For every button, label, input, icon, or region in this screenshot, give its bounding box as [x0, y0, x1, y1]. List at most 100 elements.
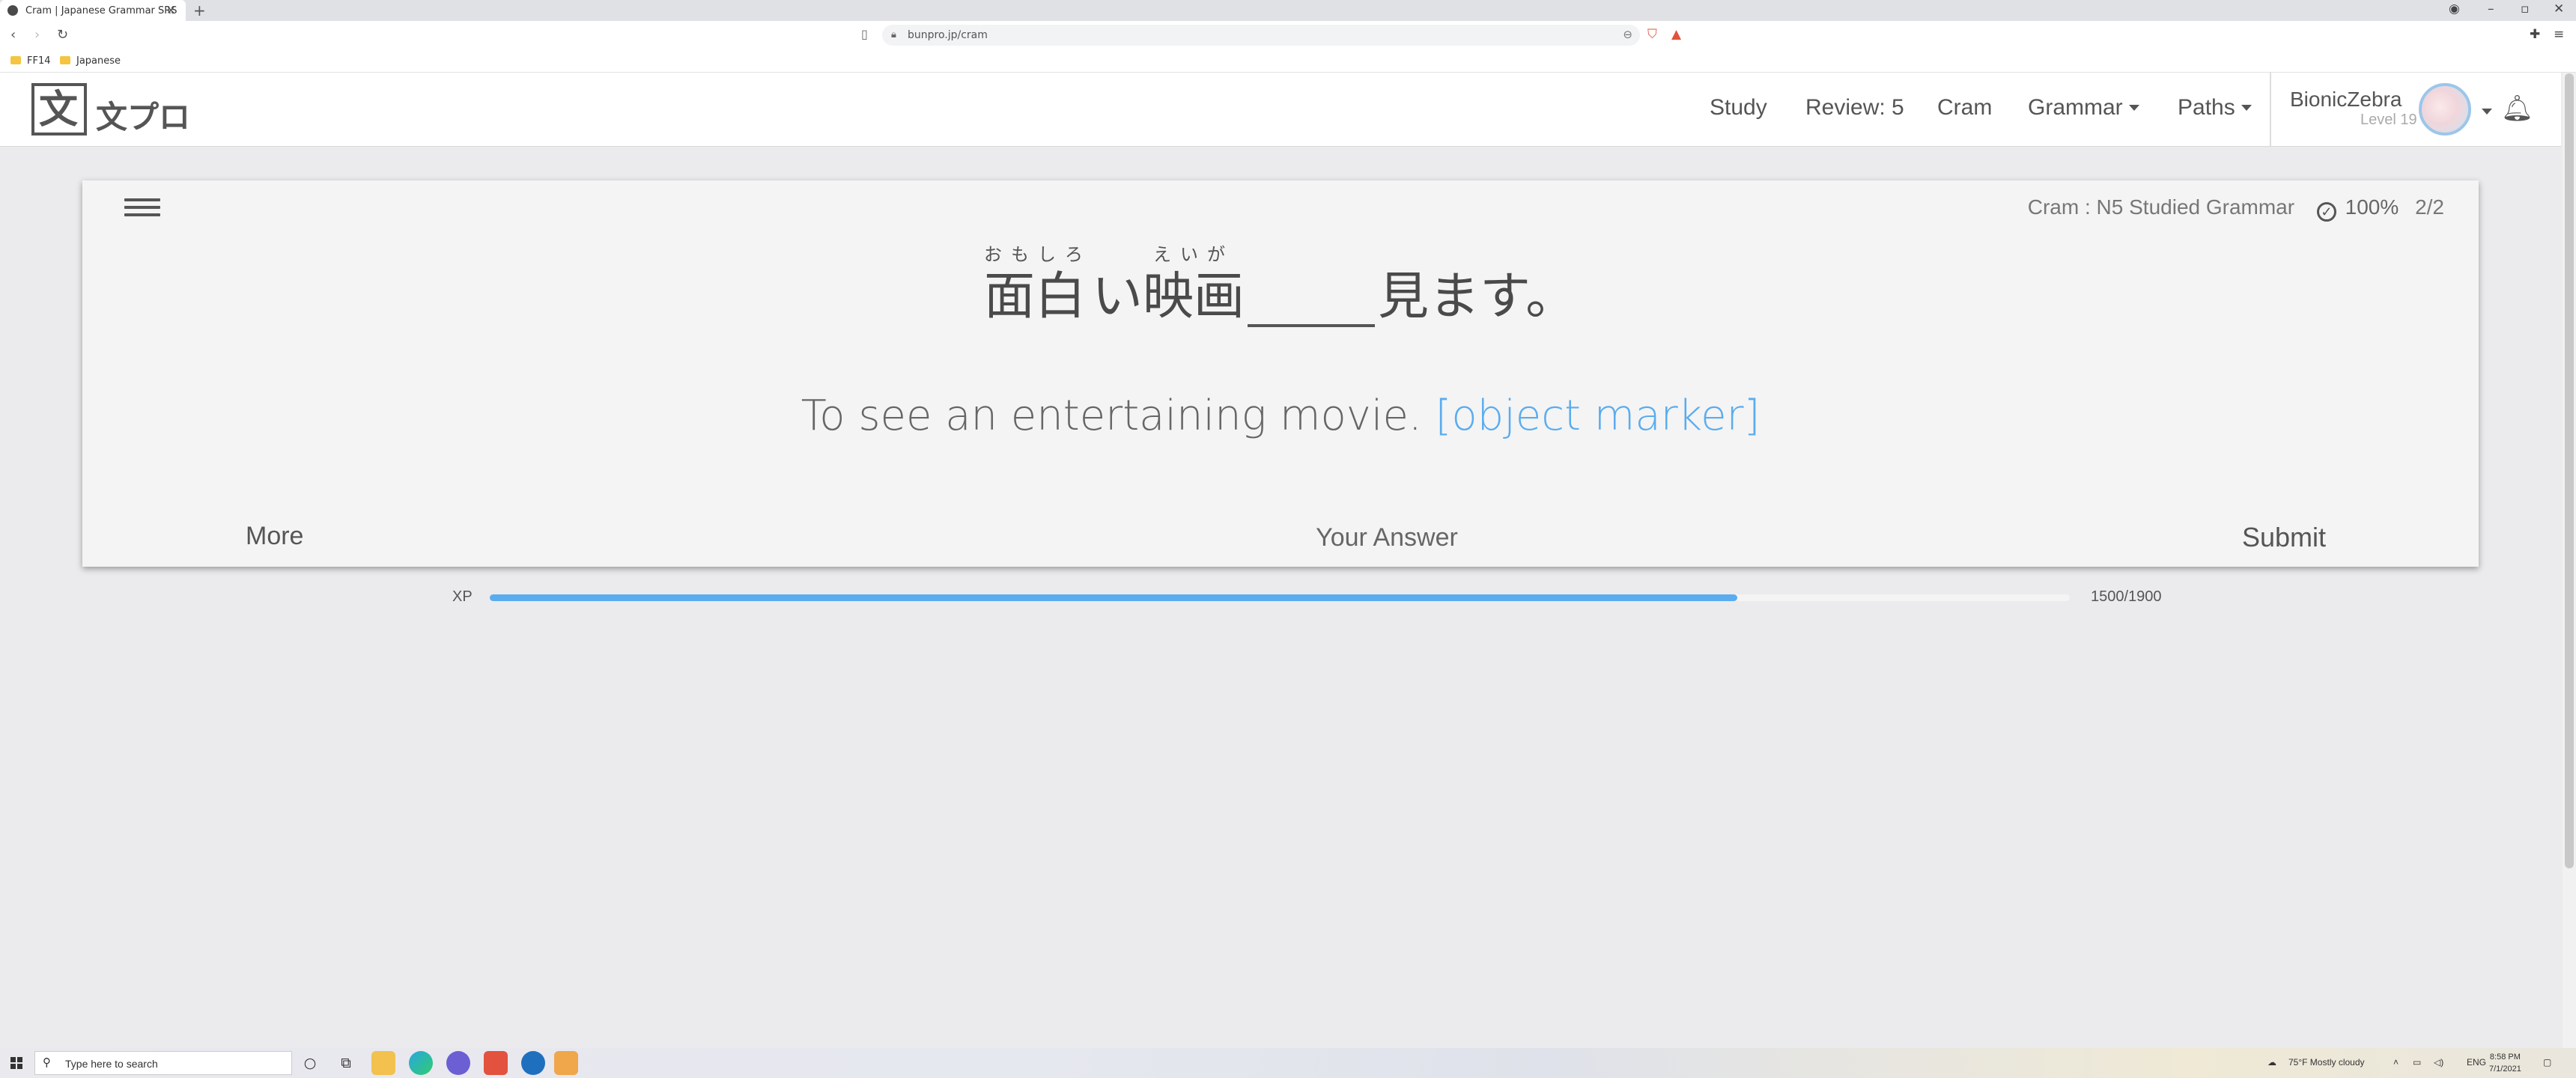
- lock-icon: 🔒︎: [891, 29, 896, 40]
- brave-icon[interactable]: [484, 1051, 508, 1075]
- back-icon[interactable]: ‹: [10, 27, 16, 43]
- bookmark-folder-ff14[interactable]: FF14: [10, 55, 51, 67]
- submit-button[interactable]: Submit: [2242, 522, 2326, 553]
- nav-grammar-label: Grammar: [2028, 95, 2123, 120]
- start-pane: [10, 1057, 16, 1062]
- app-icon[interactable]: [521, 1051, 545, 1075]
- nav-study[interactable]: Study: [1710, 95, 1767, 121]
- taskbar-clock[interactable]: 8:58 PM 7/1/2021: [2489, 1051, 2521, 1075]
- brave-rewards-icon[interactable]: ▲: [1671, 27, 1681, 42]
- kana: い: [1092, 267, 1143, 326]
- bunpro-app-icon[interactable]: [554, 1051, 578, 1075]
- bunpro-logo-icon[interactable]: 文: [31, 83, 87, 135]
- furigana-spacer: [1378, 242, 1576, 267]
- nav-review[interactable]: Review: 5: [1805, 95, 1904, 121]
- sentence-word-eiga[interactable]: えいが 映画: [1143, 242, 1245, 327]
- session-status: Cram : N5 Studied Grammar ✓ 100% 2/2: [2028, 195, 2444, 222]
- xp-value: 1500/1900: [2091, 588, 2162, 605]
- reload-icon[interactable]: ↻: [57, 27, 68, 43]
- browser-menu-icon[interactable]: ≡: [2554, 27, 2564, 42]
- bookmark-folder-japanese[interactable]: Japanese: [60, 55, 121, 67]
- bookmark-label: Japanese: [76, 55, 121, 67]
- site-navbar: 文 文プロ Study Review: 5 Cram Grammar Paths…: [0, 73, 2561, 147]
- nav-paths[interactable]: Paths: [2178, 95, 2252, 121]
- edge-icon[interactable]: [409, 1051, 433, 1075]
- clock-date: 7/1/2021: [2489, 1065, 2521, 1074]
- taskbar-search[interactable]: ⚲: [34, 1051, 292, 1075]
- start-pane: [17, 1064, 22, 1069]
- answer-input[interactable]: [1206, 519, 1568, 556]
- profile-icon[interactable]: ◉: [2449, 1, 2460, 16]
- furigana: えいが: [1153, 244, 1235, 265]
- folder-icon: [10, 56, 21, 64]
- clock-time: 8:58 PM: [2489, 1053, 2521, 1062]
- nav-paths-label: Paths: [2178, 95, 2235, 120]
- sentence-word-omoshiro[interactable]: おもしろ 面白: [984, 242, 1092, 327]
- url-text: bunpro.jp/cram: [908, 29, 988, 41]
- bookmarks-bar: FF14 Japanese: [0, 51, 2576, 73]
- extensions-icon[interactable]: ✚: [2530, 27, 2540, 42]
- more-button[interactable]: More: [246, 522, 303, 551]
- browser-tab[interactable]: Cram | Japanese Grammar SRS ✕: [0, 0, 186, 21]
- language-indicator[interactable]: ENG: [2467, 1057, 2486, 1068]
- address-bar[interactable]: 🔒︎ bunpro.jp/cram ⊖: [882, 25, 1640, 46]
- browser-toolbar: ‹ › ↻ ▯ 🔒︎ bunpro.jp/cram ⊖ ⛉ ▲ ✚ ≡: [0, 21, 2576, 51]
- folder-icon: [60, 56, 70, 64]
- task-view-icon[interactable]: ⧉: [335, 1053, 356, 1074]
- grammar-hint[interactable]: [object marker]: [1436, 392, 1761, 440]
- cortana-icon[interactable]: ○: [300, 1053, 321, 1074]
- tray-chevron-icon[interactable]: ˄: [2393, 1057, 2399, 1068]
- start-pane: [17, 1057, 22, 1062]
- english-translation: To see an entertaining movie. [object ma…: [99, 392, 2462, 440]
- file-explorer-icon[interactable]: [371, 1051, 395, 1075]
- logo-text[interactable]: 文プロ: [96, 92, 190, 138]
- review-card-inner: Cram : N5 Studied Grammar ✓ 100% 2/2 おもし…: [99, 180, 2462, 567]
- xp-label: XP: [452, 588, 473, 605]
- start-pane: [10, 1064, 16, 1069]
- taskbar-search-input[interactable]: [64, 1055, 284, 1073]
- question-progress: 2/2: [2415, 195, 2444, 219]
- menu-bar: [124, 206, 160, 209]
- weather-text[interactable]: 75°F Mostly cloudy: [2288, 1057, 2365, 1068]
- volume-icon[interactable]: ◁): [2434, 1057, 2443, 1068]
- bookmark-icon[interactable]: ▯: [861, 27, 868, 41]
- search-icon: ⚲: [43, 1056, 51, 1069]
- brave-shield-icon[interactable]: ⛉: [1647, 27, 1657, 42]
- menu-bar: [124, 213, 160, 216]
- check-circle-icon: ✓: [2316, 202, 2336, 222]
- weather-icon[interactable]: ☁: [2267, 1057, 2276, 1068]
- xp-progress-fill: [490, 594, 1737, 601]
- nav-cram[interactable]: Cram: [1937, 95, 1992, 121]
- close-window-button[interactable]: ✕: [2554, 1, 2564, 16]
- accuracy-percent: 100%: [2345, 195, 2399, 219]
- notification-bell-icon[interactable]: 🔔︎: [2501, 94, 2533, 124]
- tab-close-icon[interactable]: ✕: [166, 4, 176, 17]
- furigana: おもしろ: [984, 244, 1092, 265]
- logo-glyph: 文: [39, 88, 79, 133]
- hamburger-menu-icon[interactable]: [124, 198, 160, 221]
- user-name[interactable]: BionicZebra: [2290, 88, 2402, 112]
- kanji: 見ます。: [1378, 267, 1577, 326]
- zoom-icon[interactable]: ⊖: [1623, 28, 1632, 41]
- user-level: Level 19: [2360, 112, 2417, 128]
- sentence-kana-i: い: [1092, 242, 1143, 327]
- maximize-button[interactable]: ▫: [2521, 1, 2530, 16]
- network-icon[interactable]: ▭: [2413, 1057, 2421, 1068]
- bookmark-label: FF14: [27, 55, 51, 67]
- minimize-button[interactable]: –: [2488, 1, 2494, 16]
- page-scrollbar-thumb[interactable]: [2565, 73, 2574, 868]
- kanji: 面白: [984, 267, 1087, 326]
- app-icon[interactable]: [446, 1051, 470, 1075]
- forward-icon[interactable]: ›: [34, 27, 40, 43]
- new-tab-button[interactable]: +: [193, 1, 206, 19]
- furigana-spacer: [1092, 242, 1143, 267]
- avatar[interactable]: [2419, 83, 2471, 135]
- tab-title: Cram | Japanese Grammar SRS: [25, 5, 177, 16]
- translation-text: To see an entertaining movie.: [801, 392, 1422, 440]
- notifications-icon[interactable]: ▢: [2543, 1057, 2551, 1068]
- nav-grammar[interactable]: Grammar: [2028, 95, 2139, 121]
- nav-divider: [2270, 73, 2271, 146]
- sentence-word-mimasu[interactable]: 見ます。: [1378, 242, 1576, 327]
- windows-start-icon[interactable]: [10, 1057, 22, 1069]
- user-menu-chevron-icon[interactable]: [2482, 109, 2492, 115]
